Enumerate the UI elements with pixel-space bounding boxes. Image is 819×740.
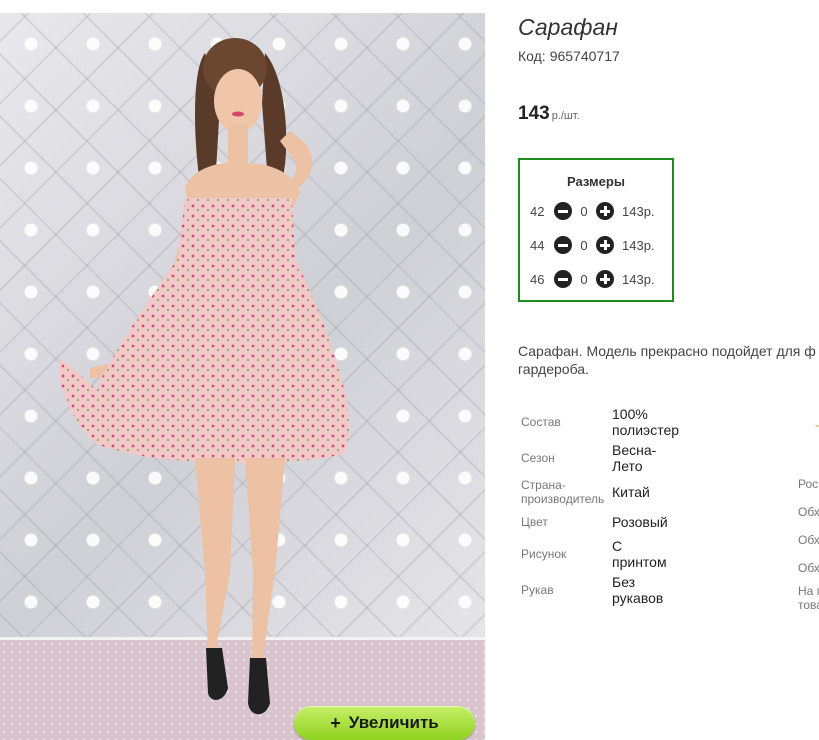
spec-right-label: Обх — [798, 533, 819, 547]
size-quantity: 0 — [580, 237, 588, 253]
spec-value: 100% полиэстер — [612, 406, 680, 438]
spec-value: Без рукавов — [612, 574, 664, 606]
zoom-button[interactable]: + Увеличить — [294, 706, 475, 740]
size-quantity: 0 — [580, 203, 588, 219]
product-photo[interactable] — [0, 13, 485, 740]
model-illustration — [59, 38, 349, 715]
product-price: 143 р./шт. — [518, 103, 580, 125]
price-value: 143 — [518, 103, 550, 124]
product-title: Сарафан — [518, 14, 618, 40]
size-number: 46 — [530, 271, 545, 287]
plus-circle-icon[interactable] — [596, 202, 614, 220]
product-description: Сарафан. Модель прекрасно подойдет для ф… — [518, 342, 819, 378]
spec-right-label: На г — [798, 584, 819, 598]
description-line: гардероба. — [518, 361, 589, 377]
size-quantity: 0 — [580, 271, 588, 287]
plus-circle-icon[interactable] — [596, 270, 614, 288]
plus-circle-icon[interactable] — [596, 236, 614, 254]
sizes-title: Размеры — [567, 174, 625, 189]
size-row: 42 0 143р. — [530, 201, 655, 221]
spec-label: Рукав — [521, 583, 554, 597]
spec-value: Весна-Лето — [612, 442, 657, 474]
spec-value: Китай — [612, 484, 650, 500]
spec-right-label: това — [798, 598, 819, 612]
size-row: 46 0 143р. — [530, 269, 655, 289]
product-code-label: Код: — [518, 48, 546, 64]
spec-right-label: Рос — [798, 477, 819, 491]
minus-icon[interactable] — [554, 202, 572, 220]
spec-value: С принтом — [612, 538, 667, 570]
description-line: Сарафан. Модель прекрасно подойдет для ф — [518, 343, 816, 359]
spec-right-mark: - — [815, 418, 819, 432]
spec-label: Сезон — [521, 451, 555, 465]
size-price: 143р. — [622, 237, 655, 253]
size-number: 44 — [530, 237, 545, 253]
product-page: + Увеличить Сарафан Код: 965740717 143 р./… — [0, 0, 819, 740]
spec-label: Состав — [521, 415, 561, 429]
size-price: 143р. — [622, 203, 655, 219]
spec-right-label: Обх — [798, 561, 819, 575]
plus-icon: + — [330, 713, 341, 733]
spec-right-label: Обх — [798, 505, 819, 519]
spec-value: Розовый — [612, 514, 668, 530]
size-number: 42 — [530, 203, 545, 219]
spec-label: Рисунок — [521, 547, 567, 561]
price-unit: р./шт. — [551, 110, 580, 122]
size-row: 44 0 143р. — [530, 235, 655, 255]
zoom-button-label: Увеличить — [348, 713, 439, 732]
spec-label: Страна-производитель — [521, 478, 605, 506]
minus-icon[interactable] — [554, 236, 572, 254]
size-price: 143р. — [622, 271, 655, 287]
minus-icon[interactable] — [554, 270, 572, 288]
product-code-value: 965740717 — [549, 48, 620, 64]
product-code: Код: 965740717 — [518, 48, 620, 64]
spec-label: Цвет — [521, 515, 548, 529]
sizes-panel: Размеры 42 0 143р. 44 0 143р. 46 0 143р. — [518, 158, 674, 302]
